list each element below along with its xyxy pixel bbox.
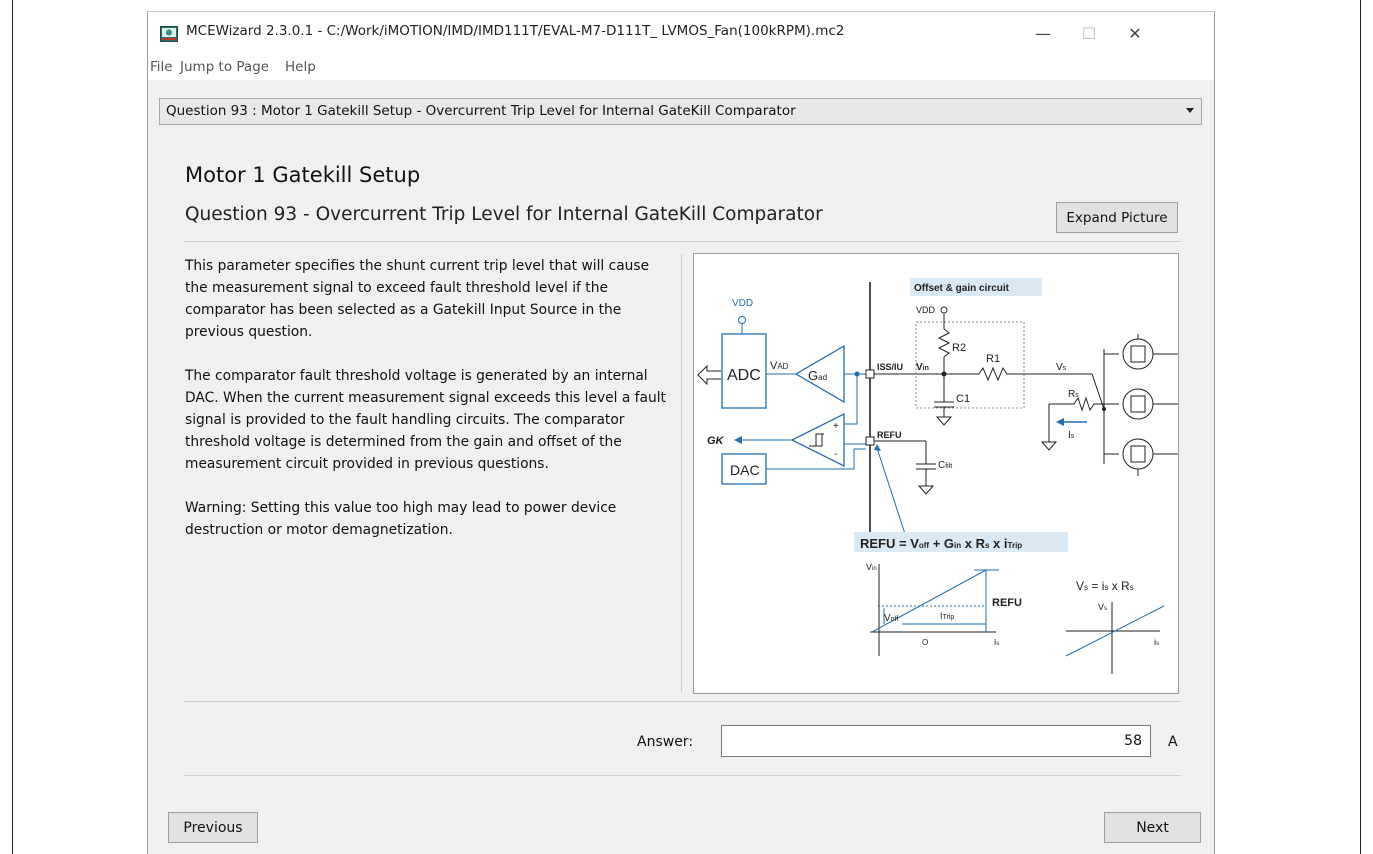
svg-text:Vs: Vs (1098, 602, 1107, 612)
svg-text:REFU = Voff + Gin x Rs x iTrip: REFU = Voff + Gin x Rs x iTrip (860, 536, 1022, 551)
iss-pin: ISS/IU Vin (865, 362, 942, 379)
svg-text:is: is (1154, 637, 1159, 647)
svg-text:ISS/IU: ISS/IU (877, 362, 903, 372)
minimize-icon: — (1035, 23, 1051, 43)
adc-block: ADC (697, 333, 767, 409)
right-border-line (1360, 0, 1361, 854)
section-title: Motor 1 Gatekill Setup (185, 163, 421, 187)
shunt-section: Vs Rs Is (1040, 349, 1106, 464)
divider-middle (184, 701, 1181, 702)
svg-text:VDD: VDD (916, 305, 936, 315)
menu-jump-to-page[interactable]: Jump to Page (180, 59, 269, 75)
svg-text:REFU: REFU (992, 597, 1022, 609)
vad-label: VAD (770, 360, 789, 372)
adc-label: ADC (727, 367, 761, 384)
comparator: + - GK (707, 374, 866, 468)
svg-text:Cfilt: Cfilt (938, 460, 952, 471)
question-title: Question 93 - Overcurrent Trip Level for… (185, 204, 823, 225)
close-icon: ✕ (1128, 23, 1142, 43)
next-button[interactable]: Next (1104, 812, 1201, 843)
offset-gain-circuit: Offset & gain circuit VDD R2 C1 R1 (910, 278, 1054, 426)
divider-top (184, 241, 1181, 242)
svg-text:Vin: Vin (916, 362, 929, 373)
close-button[interactable]: ✕ (1112, 18, 1158, 48)
menu-help[interactable]: Help (285, 59, 316, 75)
expand-picture-button[interactable]: Expand Picture (1056, 202, 1178, 233)
description-warning: Warning: Setting this value too high may… (185, 500, 617, 538)
maximize-button[interactable]: ☐ (1066, 18, 1112, 48)
refu-pin: REFU Cfilt (865, 430, 952, 495)
svg-text:Is: Is (1068, 430, 1075, 441)
question-selector-value: Question 93 : Motor 1 Gatekill Setup - O… (166, 103, 796, 119)
gad-amplifier: Gad (766, 344, 866, 404)
vdd-pin-adc: VDD (732, 298, 753, 334)
trip-graph: Vin REFU Voff ITrip O Is (866, 562, 1022, 656)
svg-text:+: + (833, 421, 839, 432)
description: This parameter specifies the shunt curre… (185, 255, 675, 563)
title-bar[interactable]: MCEWizard 2.3.0.1 - C:/Work/iMOTION/IMD/… (148, 12, 1214, 54)
divider-bottom (184, 775, 1181, 776)
wizard-window: MCEWizard 2.3.0.1 - C:/Work/iMOTION/IMD/… (147, 11, 1215, 854)
circuit-diagram-svg: VDD ADC VAD Gad + - GK DAC ISS/IU Vin RE… (697, 278, 1178, 674)
maximize-icon: ☐ (1081, 23, 1097, 43)
description-paragraph: The comparator fault threshold voltage i… (185, 368, 666, 472)
answer-input[interactable] (721, 725, 1151, 757)
svg-text:VDD: VDD (732, 298, 753, 309)
previous-button[interactable]: Previous (168, 812, 258, 843)
svg-text:VAD: VAD (770, 360, 789, 372)
svg-text:Vs: Vs (1056, 362, 1067, 373)
svg-text:Is: Is (994, 638, 999, 647)
svg-text:R2: R2 (952, 342, 966, 354)
svg-text:ITrip: ITrip (940, 611, 954, 621)
content-separator (681, 254, 682, 692)
shunt-graph: Vs = is x Rs Vs is (1065, 579, 1165, 674)
window-title: MCEWizard 2.3.0.1 - C:/Work/iMOTION/IMD/… (186, 23, 845, 39)
svg-text:-: - (834, 449, 837, 460)
menu-file[interactable]: File (150, 59, 173, 75)
answer-unit: A (1168, 734, 1178, 750)
answer-label: Answer: (637, 734, 694, 750)
chevron-down-icon (1186, 108, 1194, 113)
svg-text:Offset & gain circuit: Offset & gain circuit (914, 283, 1010, 294)
svg-text:R1: R1 (986, 353, 1000, 365)
question-selector[interactable]: Question 93 : Motor 1 Gatekill Setup - O… (159, 98, 1202, 125)
svg-text:C1: C1 (956, 393, 970, 405)
minimize-button[interactable]: — (1020, 18, 1066, 48)
dac-label: DAC (730, 462, 760, 478)
refu-equation: REFU = Voff + Gin x Rs x iTrip (854, 532, 1068, 552)
circuit-diagram: VDD ADC VAD Gad + - GK DAC ISS/IU Vin RE… (693, 253, 1179, 694)
gk-label: GK (707, 435, 725, 447)
refu-pointer (874, 444, 908, 541)
mosfet-stack (1104, 334, 1178, 476)
svg-text:Vs = is x Rs: Vs = is x Rs (1076, 579, 1134, 593)
svg-text:Rs: Rs (1068, 389, 1079, 400)
description-paragraph: This parameter specifies the shunt curre… (185, 258, 650, 340)
svg-text:Gad: Gad (808, 368, 827, 383)
svg-text:REFU: REFU (877, 430, 902, 440)
svg-text:Vin: Vin (866, 562, 877, 572)
left-border-line (12, 0, 13, 854)
svg-text:O: O (922, 638, 928, 647)
svg-text:Voff: Voff (884, 613, 898, 624)
menu-bar: File Jump to Page Help (148, 54, 1214, 80)
app-icon (160, 26, 178, 42)
